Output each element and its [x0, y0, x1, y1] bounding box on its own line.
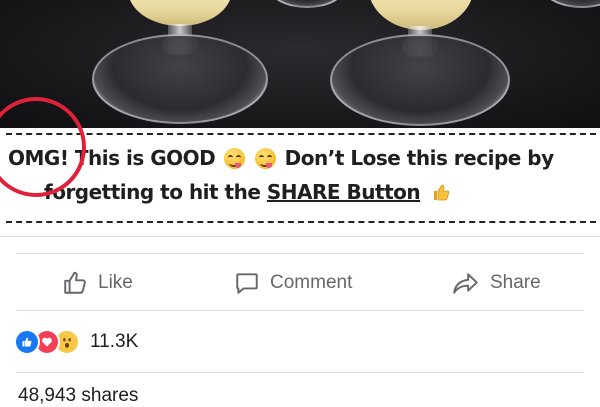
- share-arrow-icon: [453, 273, 478, 294]
- yum-face-emoji: [255, 148, 277, 169]
- divider: [16, 310, 584, 311]
- dashed-divider: [6, 133, 596, 135]
- shares-count[interactable]: 48,943 shares: [18, 385, 138, 407]
- share-button-text: SHARE Button: [266, 180, 421, 204]
- dessert-glass: [330, 0, 510, 126]
- thumbs-up-emoji: [431, 182, 451, 207]
- like-label: Like: [98, 272, 133, 293]
- dessert-glass: [90, 0, 270, 124]
- share-label: Share: [490, 272, 541, 293]
- caption-line-2: forgetting to hit the SHARE Button: [44, 180, 451, 207]
- divider: [0, 236, 600, 237]
- post-action-bar: Like Comment Share: [0, 253, 600, 311]
- caption-text: OMG! This is GOOD: [8, 146, 216, 170]
- divider: [16, 253, 584, 254]
- yum-face-emoji: [223, 148, 245, 169]
- post-photo[interactable]: [0, 0, 600, 128]
- dessert-glass: [530, 0, 600, 20]
- reactions-summary[interactable]: 11.3K: [14, 327, 138, 357]
- comment-icon: [236, 273, 258, 294]
- like-reaction-icon: [14, 329, 40, 355]
- caption-text: Don’t Lose this recipe by: [284, 146, 554, 170]
- reaction-count: 11.3K: [90, 331, 139, 352]
- comment-button[interactable]: Comment: [234, 255, 352, 311]
- caption-text: forgetting to hit the: [44, 180, 267, 204]
- share-button[interactable]: Share: [452, 255, 541, 311]
- caption-banner: OMG! This is GOOD Don’t Lose this recipe…: [0, 128, 600, 236]
- like-button[interactable]: Like: [62, 255, 133, 311]
- divider: [16, 372, 584, 373]
- dashed-divider: [6, 221, 596, 223]
- thumbs-up-icon: [64, 271, 86, 294]
- caption-line-1: OMG! This is GOOD Don’t Lose this recipe…: [8, 146, 554, 170]
- comment-label: Comment: [270, 272, 353, 293]
- dessert-glass: [270, 0, 344, 10]
